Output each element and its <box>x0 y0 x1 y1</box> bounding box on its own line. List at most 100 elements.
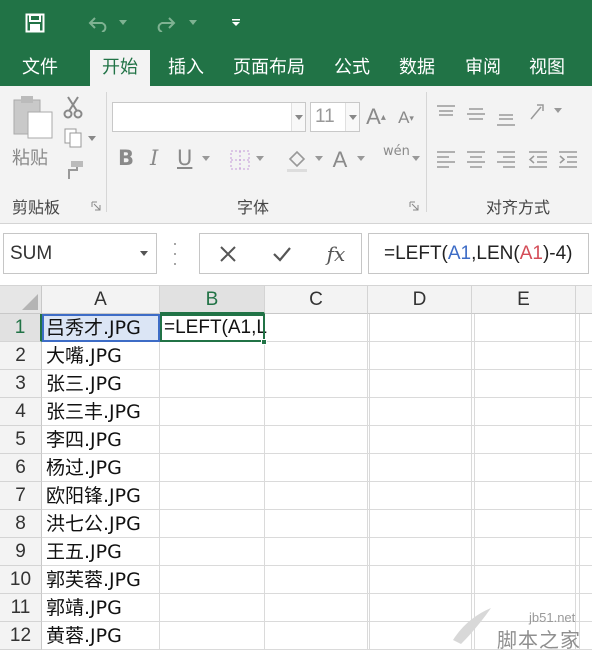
row-header[interactable]: 4 <box>0 398 42 426</box>
decrease-indent-icon[interactable] <box>526 148 550 172</box>
row-header[interactable]: 8 <box>0 510 42 538</box>
title-bar <box>0 0 592 46</box>
borders-dropdown-icon[interactable] <box>254 154 266 164</box>
format-painter-icon[interactable] <box>62 158 86 182</box>
cancel-icon[interactable] <box>208 234 248 273</box>
bottom-align-icon[interactable] <box>494 102 518 128</box>
undo-dropdown-icon[interactable] <box>117 11 129 35</box>
cell-a5[interactable]: 李四.JPG <box>42 426 160 454</box>
name-box[interactable]: SUM <box>3 233 157 274</box>
watermark-logo-icon <box>453 608 491 644</box>
row-header[interactable]: 12 <box>0 622 42 650</box>
align-center-icon[interactable] <box>464 148 488 172</box>
font-size-combobox[interactable]: 11 <box>310 102 360 132</box>
column-header-f[interactable] <box>576 286 592 314</box>
formula-input[interactable]: =LEFT(A1,LEN(A1)-4) <box>368 233 589 274</box>
column-header-c[interactable]: C <box>265 286 368 314</box>
cell-a11[interactable]: 郭靖.JPG <box>42 594 160 622</box>
increase-indent-icon[interactable] <box>556 148 580 172</box>
row-header[interactable]: 6 <box>0 454 42 482</box>
cell-a1[interactable]: 吕秀才.JPG <box>42 314 160 342</box>
tab-data[interactable]: 数据 <box>387 50 447 86</box>
row-header[interactable]: 9 <box>0 538 42 566</box>
column-header-d[interactable]: D <box>368 286 472 314</box>
row-header[interactable]: 5 <box>0 426 42 454</box>
formula-text-part: )-4) <box>542 243 573 264</box>
borders-icon[interactable] <box>228 148 252 172</box>
cell-a3[interactable]: 张三.JPG <box>42 370 160 398</box>
font-launcher-icon[interactable] <box>408 200 420 212</box>
middle-align-icon[interactable] <box>464 102 488 126</box>
tab-file[interactable]: 文件 <box>10 50 70 86</box>
column-header-e[interactable]: E <box>472 286 576 314</box>
group-separator <box>106 92 107 212</box>
tab-home[interactable]: 开始 <box>90 50 150 86</box>
tab-view[interactable]: 视图 <box>517 50 577 86</box>
tab-review[interactable]: 审阅 <box>453 50 513 86</box>
font-name-combobox[interactable] <box>112 102 306 132</box>
insert-function-button[interactable]: fx <box>316 234 356 273</box>
align-right-icon[interactable] <box>494 148 518 172</box>
copy-icon[interactable] <box>62 126 84 150</box>
redo-icon[interactable] <box>150 11 180 35</box>
orientation-dropdown-icon[interactable] <box>552 106 564 116</box>
column-gridline <box>367 314 368 650</box>
redo-dropdown-icon[interactable] <box>187 11 199 35</box>
select-all-button[interactable] <box>0 286 42 314</box>
alignment-group-label: 对齐方式 <box>486 198 551 217</box>
column-header-b[interactable]: B <box>160 286 265 314</box>
paste-label[interactable]: 粘贴 <box>12 144 48 170</box>
cell-a8[interactable]: 洪七公.JPG <box>42 510 160 538</box>
undo-icon[interactable] <box>84 11 114 35</box>
row-header[interactable]: 7 <box>0 482 42 510</box>
font-name-dropdown-icon[interactable] <box>291 103 305 131</box>
formula-bar-resize-handle[interactable]: · · · <box>172 234 178 272</box>
paste-icon[interactable] <box>10 94 56 140</box>
cell-a9[interactable]: 王五.JPG <box>42 538 160 566</box>
row-header[interactable]: 3 <box>0 370 42 398</box>
fill-handle[interactable] <box>261 339 267 345</box>
font-group-label: 字体 <box>237 198 270 217</box>
phonetic-button[interactable]: wén <box>383 144 410 159</box>
font-color-icon[interactable]: A <box>329 146 351 174</box>
cell-a6[interactable]: 杨过.JPG <box>42 454 160 482</box>
bold-button[interactable]: B <box>118 146 134 170</box>
cell-a10[interactable]: 郭芙蓉.JPG <box>42 566 160 594</box>
row-header[interactable]: 1 <box>0 314 42 342</box>
row-header[interactable]: 10 <box>0 566 42 594</box>
underline-button[interactable]: U <box>177 146 192 170</box>
shrink-font-icon[interactable]: A ▾ <box>394 104 418 132</box>
underline-dropdown-icon[interactable] <box>200 154 212 164</box>
cell-a4[interactable]: 张三丰.JPG <box>42 398 160 426</box>
tab-formulas[interactable]: 公式 <box>322 50 382 86</box>
save-icon[interactable] <box>22 11 48 35</box>
copy-dropdown-icon[interactable] <box>86 134 98 144</box>
font-size-dropdown-icon[interactable] <box>345 103 359 131</box>
column-header-a[interactable]: A <box>42 286 160 314</box>
tab-page-layout[interactable]: 页面布局 <box>221 50 317 86</box>
cell-a12[interactable]: 黄蓉.JPG <box>42 622 160 650</box>
tab-insert[interactable]: 插入 <box>156 50 216 86</box>
cut-icon[interactable] <box>62 94 84 120</box>
watermark: jb51.net 脚本之家 <box>447 600 592 650</box>
name-box-dropdown-icon[interactable] <box>140 251 148 256</box>
row-header[interactable]: 11 <box>0 594 42 622</box>
customize-icon[interactable] <box>228 11 244 35</box>
font-color-dropdown-icon[interactable] <box>355 154 367 164</box>
orientation-icon[interactable] <box>526 100 550 124</box>
row-header[interactable]: 2 <box>0 342 42 370</box>
italic-button[interactable]: I <box>150 146 158 170</box>
fill-color-icon[interactable] <box>284 146 310 174</box>
phonetic-dropdown-icon[interactable] <box>410 154 422 164</box>
align-left-icon[interactable] <box>434 148 458 172</box>
cell-a2[interactable]: 大嘴.JPG <box>42 342 160 370</box>
name-box-value: SUM <box>10 243 53 264</box>
cell-b1-active[interactable]: =LEFT(A1,L <box>160 314 267 342</box>
top-align-icon[interactable] <box>434 102 458 122</box>
enter-check-icon[interactable] <box>262 234 302 273</box>
grow-font-icon[interactable]: A ▴ <box>364 102 388 132</box>
fill-color-dropdown-icon[interactable] <box>313 154 325 164</box>
clipboard-launcher-icon[interactable] <box>90 200 102 212</box>
ribbon-home: 粘贴 剪贴板 11 A ▴ A ▾ B I U A wén 字体 对齐方式 <box>0 86 592 224</box>
cell-a7[interactable]: 欧阳锋.JPG <box>42 482 160 510</box>
